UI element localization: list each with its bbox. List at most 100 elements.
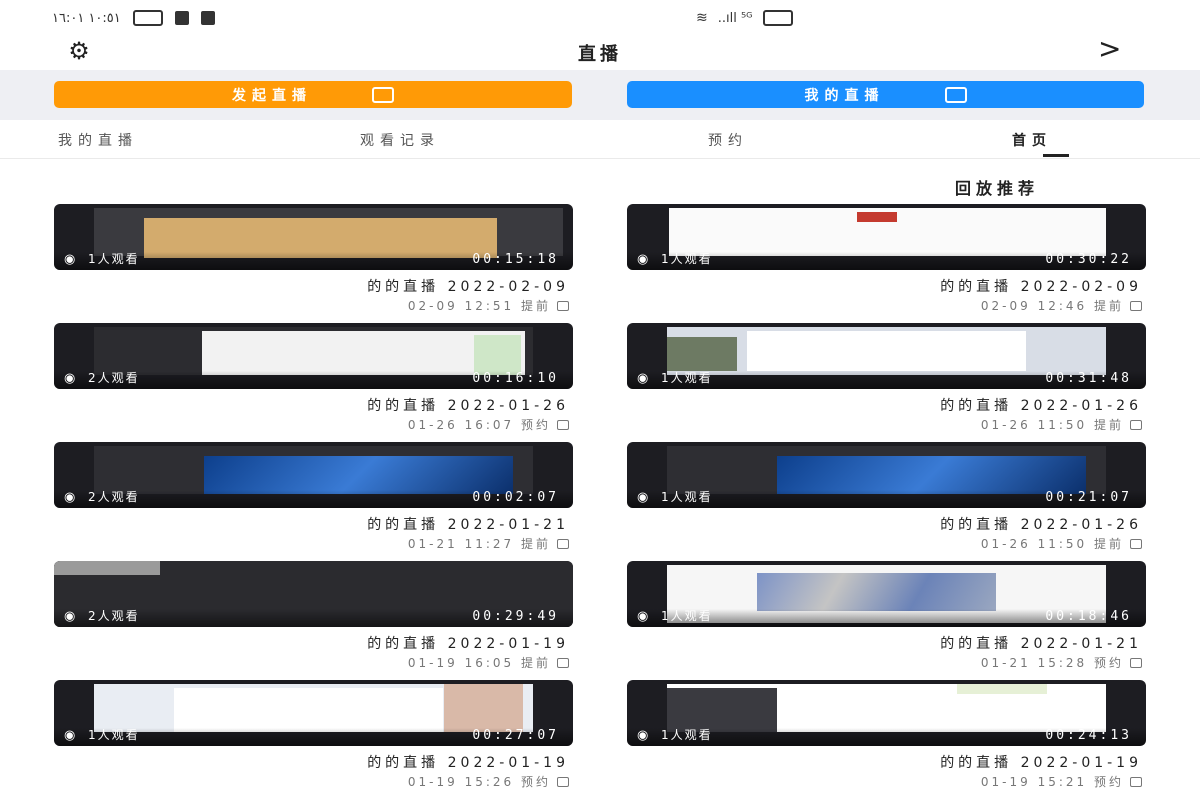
replay-title[interactable]: 的的直播 2022-01-19: [940, 752, 1142, 772]
eye-icon: ◉: [637, 490, 649, 505]
duration: 00:29:49: [472, 609, 559, 624]
duration: 00:31:48: [1045, 371, 1132, 386]
section-title: 回放推荐: [955, 179, 1040, 198]
calendar-icon: [1130, 300, 1142, 311]
tab-reservation[interactable]: 预约: [708, 130, 748, 150]
duration: 00:24:13: [1045, 728, 1132, 743]
view-count: 2人观看: [88, 371, 140, 385]
eye-icon: ◉: [64, 490, 76, 505]
calendar-icon: [557, 657, 569, 668]
replay-title[interactable]: 的的直播 2022-01-19: [367, 752, 569, 772]
view-count: 1人观看: [661, 728, 713, 742]
duration: 00:30:22: [1045, 252, 1132, 267]
replay-thumbnail[interactable]: ◉ 1人观看 00:18:46: [627, 561, 1146, 627]
battery-icon: [132, 10, 163, 26]
tab-my-live[interactable]: 我的直播: [58, 130, 138, 150]
battery-level-icon: [762, 10, 793, 26]
eye-icon: ◉: [637, 728, 649, 743]
eye-icon: ◉: [637, 371, 649, 386]
replay-card[interactable]: ◉ 1人观看 00:18:46 的的直播 2022-01-21 01-21 15…: [627, 561, 1146, 679]
replay-meta: 01-21 11:27 提前: [54, 535, 569, 552]
view-count: 1人观看: [88, 728, 140, 742]
replay-card[interactable]: ◉ 1人观看 00:24:13 的的直播 2022-01-19 01-19 15…: [627, 680, 1146, 798]
my-live-label: 我的直播: [804, 87, 885, 104]
replay-thumbnail[interactable]: ◉ 1人观看 00:27:07: [54, 680, 573, 746]
view-count: 1人观看: [661, 609, 713, 623]
duration: 00:21:07: [1045, 490, 1132, 505]
notification-icon: [174, 11, 189, 25]
tab-bar: 我的直播 观看记录 预约 首页: [0, 120, 1200, 159]
calendar-icon: [557, 538, 569, 549]
replay-meta: 01-26 11:50 提前: [627, 535, 1142, 552]
tab-home[interactable]: 首页: [1012, 130, 1052, 150]
view-count: 1人观看: [88, 252, 140, 266]
replay-thumbnail[interactable]: ◉ 2人观看 00:02:07: [54, 442, 573, 508]
duration: 00:15:18: [472, 252, 559, 267]
calendar-icon: [1130, 657, 1142, 668]
calendar-icon: [1130, 776, 1142, 787]
eye-icon: ◉: [64, 728, 76, 743]
replay-card[interactable]: ◉ 1人观看 00:30:22 的的直播 2022-02-09 02-09 12…: [627, 204, 1146, 322]
app-icon: [200, 11, 215, 25]
replay-title[interactable]: 的的直播 2022-02-09: [940, 276, 1142, 296]
eye-icon: ◉: [64, 371, 76, 386]
calendar-icon: [557, 300, 569, 311]
start-live-button[interactable]: 发起直播: [54, 81, 572, 108]
replay-time: 01-19 15:26 预约: [407, 775, 551, 789]
replay-thumbnail[interactable]: ◉ 2人观看 00:16:10: [54, 323, 573, 389]
back-chevron-icon[interactable]: >: [1098, 34, 1121, 64]
view-count: 1人观看: [661, 252, 713, 266]
replay-meta: 01-26 16:07 预约: [54, 416, 569, 433]
status-right: ≋ ..ıll ⁵ᴳ: [696, 10, 793, 26]
replay-thumbnail[interactable]: ◉ 1人观看 00:24:13: [627, 680, 1146, 746]
replay-time: 02-09 12:46 提前: [980, 299, 1124, 313]
status-bar: ١٠:٥١ ١٦:٠١ ≋ ..ıll ⁵ᴳ: [0, 0, 1200, 38]
eye-icon: ◉: [637, 609, 649, 624]
replay-card[interactable]: ◉ 2人观看 00:29:49 的的直播 2022-01-19 01-19 16…: [54, 561, 573, 679]
replay-card[interactable]: ◉ 1人观看 00:31:48 的的直播 2022-01-26 01-26 11…: [627, 323, 1146, 441]
duration: 00:16:10: [472, 371, 559, 386]
calendar-icon: [1130, 419, 1142, 430]
status-left: ١٠:٥١ ١٦:٠١: [52, 10, 215, 26]
replay-thumbnail[interactable]: ◉ 1人观看 00:21:07: [627, 442, 1146, 508]
replay-title[interactable]: 的的直播 2022-01-26: [367, 395, 569, 415]
replay-card[interactable]: ◉ 2人观看 00:16:10 的的直播 2022-01-26 01-26 16…: [54, 323, 573, 441]
replay-card[interactable]: ◉ 1人观看 00:15:18 的的直播 2022-02-09 02-09 12…: [54, 204, 573, 322]
replay-meta: 02-09 12:51 提前: [54, 297, 569, 314]
replay-meta: 01-19 15:21 预约: [627, 773, 1142, 790]
replay-title[interactable]: 的的直播 2022-01-26: [940, 514, 1142, 534]
wifi-icon: ≋: [696, 10, 708, 26]
replay-title[interactable]: 的的直播 2022-01-21: [940, 633, 1142, 653]
eye-icon: ◉: [64, 252, 76, 267]
replay-card[interactable]: ◉ 2人观看 00:02:07 的的直播 2022-01-21 01-21 11…: [54, 442, 573, 560]
replay-title[interactable]: 的的直播 2022-01-19: [367, 633, 569, 653]
replay-thumbnail[interactable]: ◉ 2人观看 00:29:49: [54, 561, 573, 627]
replay-meta: 01-19 15:26 预约: [54, 773, 569, 790]
duration: 00:02:07: [472, 490, 559, 505]
calendar-icon: [1130, 538, 1142, 549]
duration: 00:27:07: [472, 728, 559, 743]
view-count: 1人观看: [661, 490, 713, 504]
app-header: ⚙ 直播 >: [0, 34, 1200, 68]
replay-title[interactable]: 的的直播 2022-02-09: [367, 276, 569, 296]
action-band: 发起直播 我的直播: [0, 70, 1200, 120]
eye-icon: ◉: [637, 252, 649, 267]
replay-thumbnail[interactable]: ◉ 1人观看 00:15:18: [54, 204, 573, 270]
view-count: 2人观看: [88, 490, 140, 504]
calendar-icon: [557, 419, 569, 430]
replay-thumbnail[interactable]: ◉ 1人观看 00:30:22: [627, 204, 1146, 270]
page-title: 直播: [578, 44, 622, 65]
replay-title[interactable]: 的的直播 2022-01-26: [940, 395, 1142, 415]
start-live-label: 发起直播: [232, 87, 312, 104]
replay-meta: 01-19 16:05 提前: [54, 654, 569, 671]
live-icon: [944, 86, 967, 103]
replay-card[interactable]: ◉ 1人观看 00:21:07 的的直播 2022-01-26 01-26 11…: [627, 442, 1146, 560]
my-live-button[interactable]: 我的直播: [627, 81, 1144, 108]
replay-thumbnail[interactable]: ◉ 1人观看 00:31:48: [627, 323, 1146, 389]
replay-meta: 01-26 11:50 提前: [627, 416, 1142, 433]
tab-watch-history[interactable]: 观看记录: [360, 130, 440, 150]
active-tab-indicator: [1043, 154, 1069, 157]
replay-title[interactable]: 的的直播 2022-01-21: [367, 514, 569, 534]
replay-time: 01-19 15:21 预约: [980, 775, 1124, 789]
replay-card[interactable]: ◉ 1人观看 00:27:07 的的直播 2022-01-19 01-19 15…: [54, 680, 573, 798]
